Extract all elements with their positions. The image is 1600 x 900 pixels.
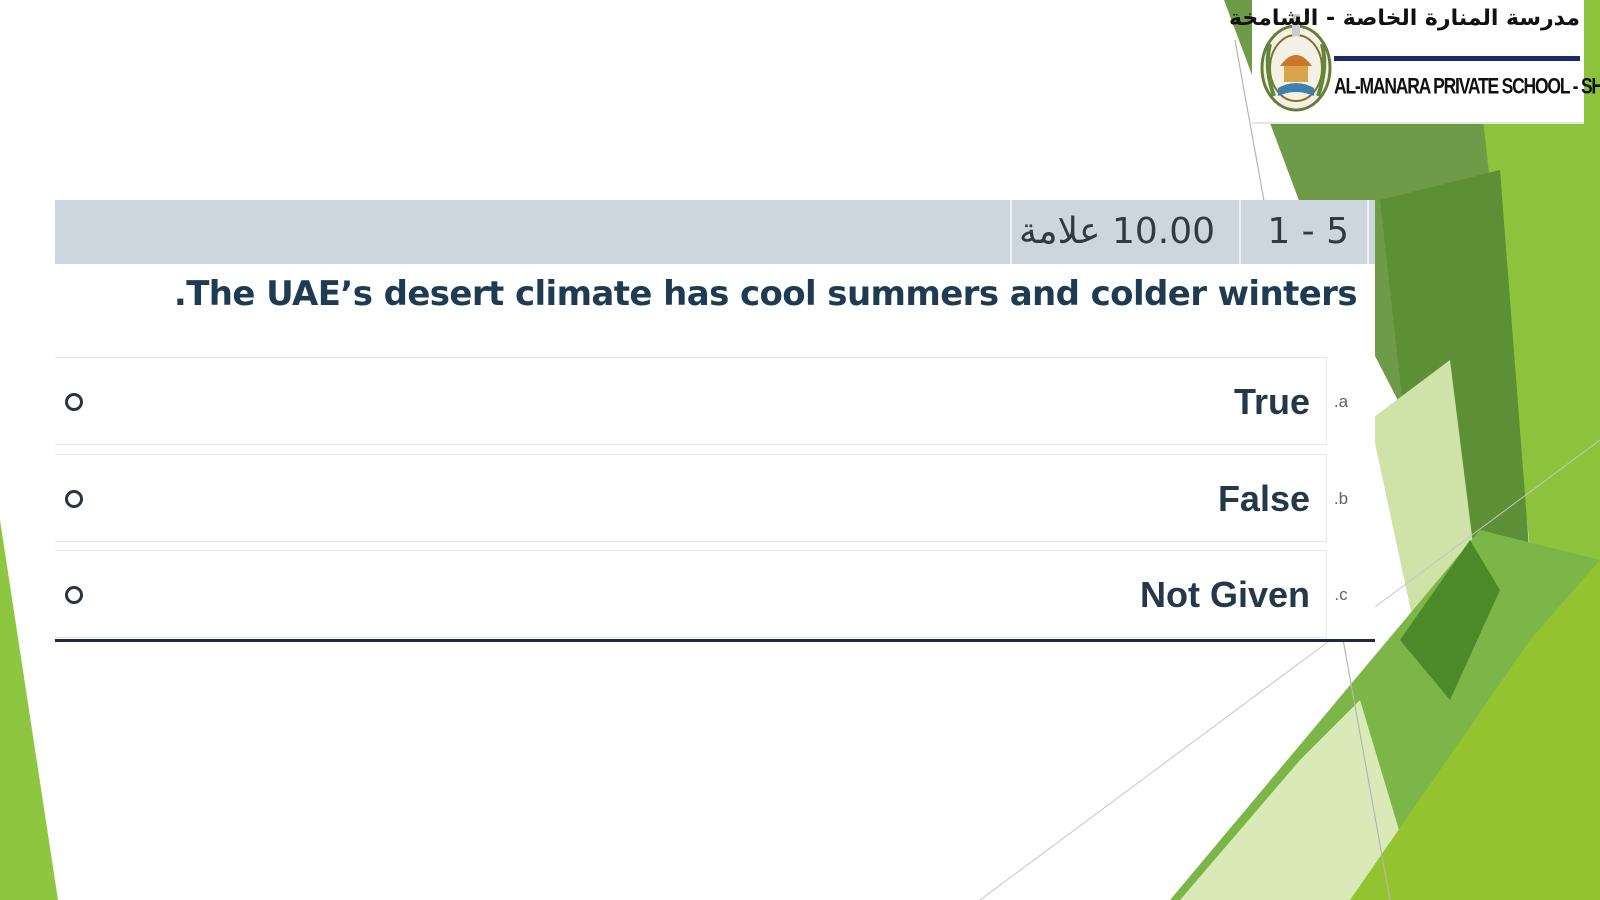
school-name-english: AL-MANARA PRIVATE SCHOOL - SHAMKHA [1334, 73, 1600, 99]
radio-button[interactable] [65, 490, 83, 508]
option-letter: a. [1333, 392, 1349, 411]
answer-option-false[interactable]: False [55, 454, 1327, 542]
question-number: 1 - 5 [1267, 211, 1349, 252]
radio-button[interactable] [65, 586, 83, 604]
question-marks: 10.00 علامة [1018, 211, 1215, 252]
option-label[interactable]: False [1218, 455, 1310, 543]
question-card: 10.00 علامة 1 - 5 The UAE’s desert clima… [55, 200, 1375, 642]
left-green-stripe [0, 520, 58, 900]
school-name-arabic: مدرسة المنارة الخاصة - الشامخة [1229, 6, 1580, 31]
option-letter: b. [1333, 489, 1349, 508]
question-header: 10.00 علامة 1 - 5 [55, 200, 1375, 264]
option-label[interactable]: True [1234, 358, 1310, 446]
radio-button[interactable] [65, 393, 83, 411]
header-separator [1239, 200, 1241, 264]
header-separator [1010, 200, 1012, 264]
header-separator [1367, 200, 1369, 264]
option-letter: c. [1334, 585, 1348, 604]
answer-option-not-given[interactable]: Not Given [55, 550, 1327, 638]
school-logo: مدرسة المنارة الخاصة - الشامخة AL-MANARA… [1229, 0, 1600, 124]
answer-option-true[interactable]: True [55, 357, 1327, 445]
option-label[interactable]: Not Given [1140, 551, 1310, 639]
question-text: The UAE’s desert climate has cool summer… [173, 274, 1358, 314]
logo-divider [1334, 56, 1580, 61]
